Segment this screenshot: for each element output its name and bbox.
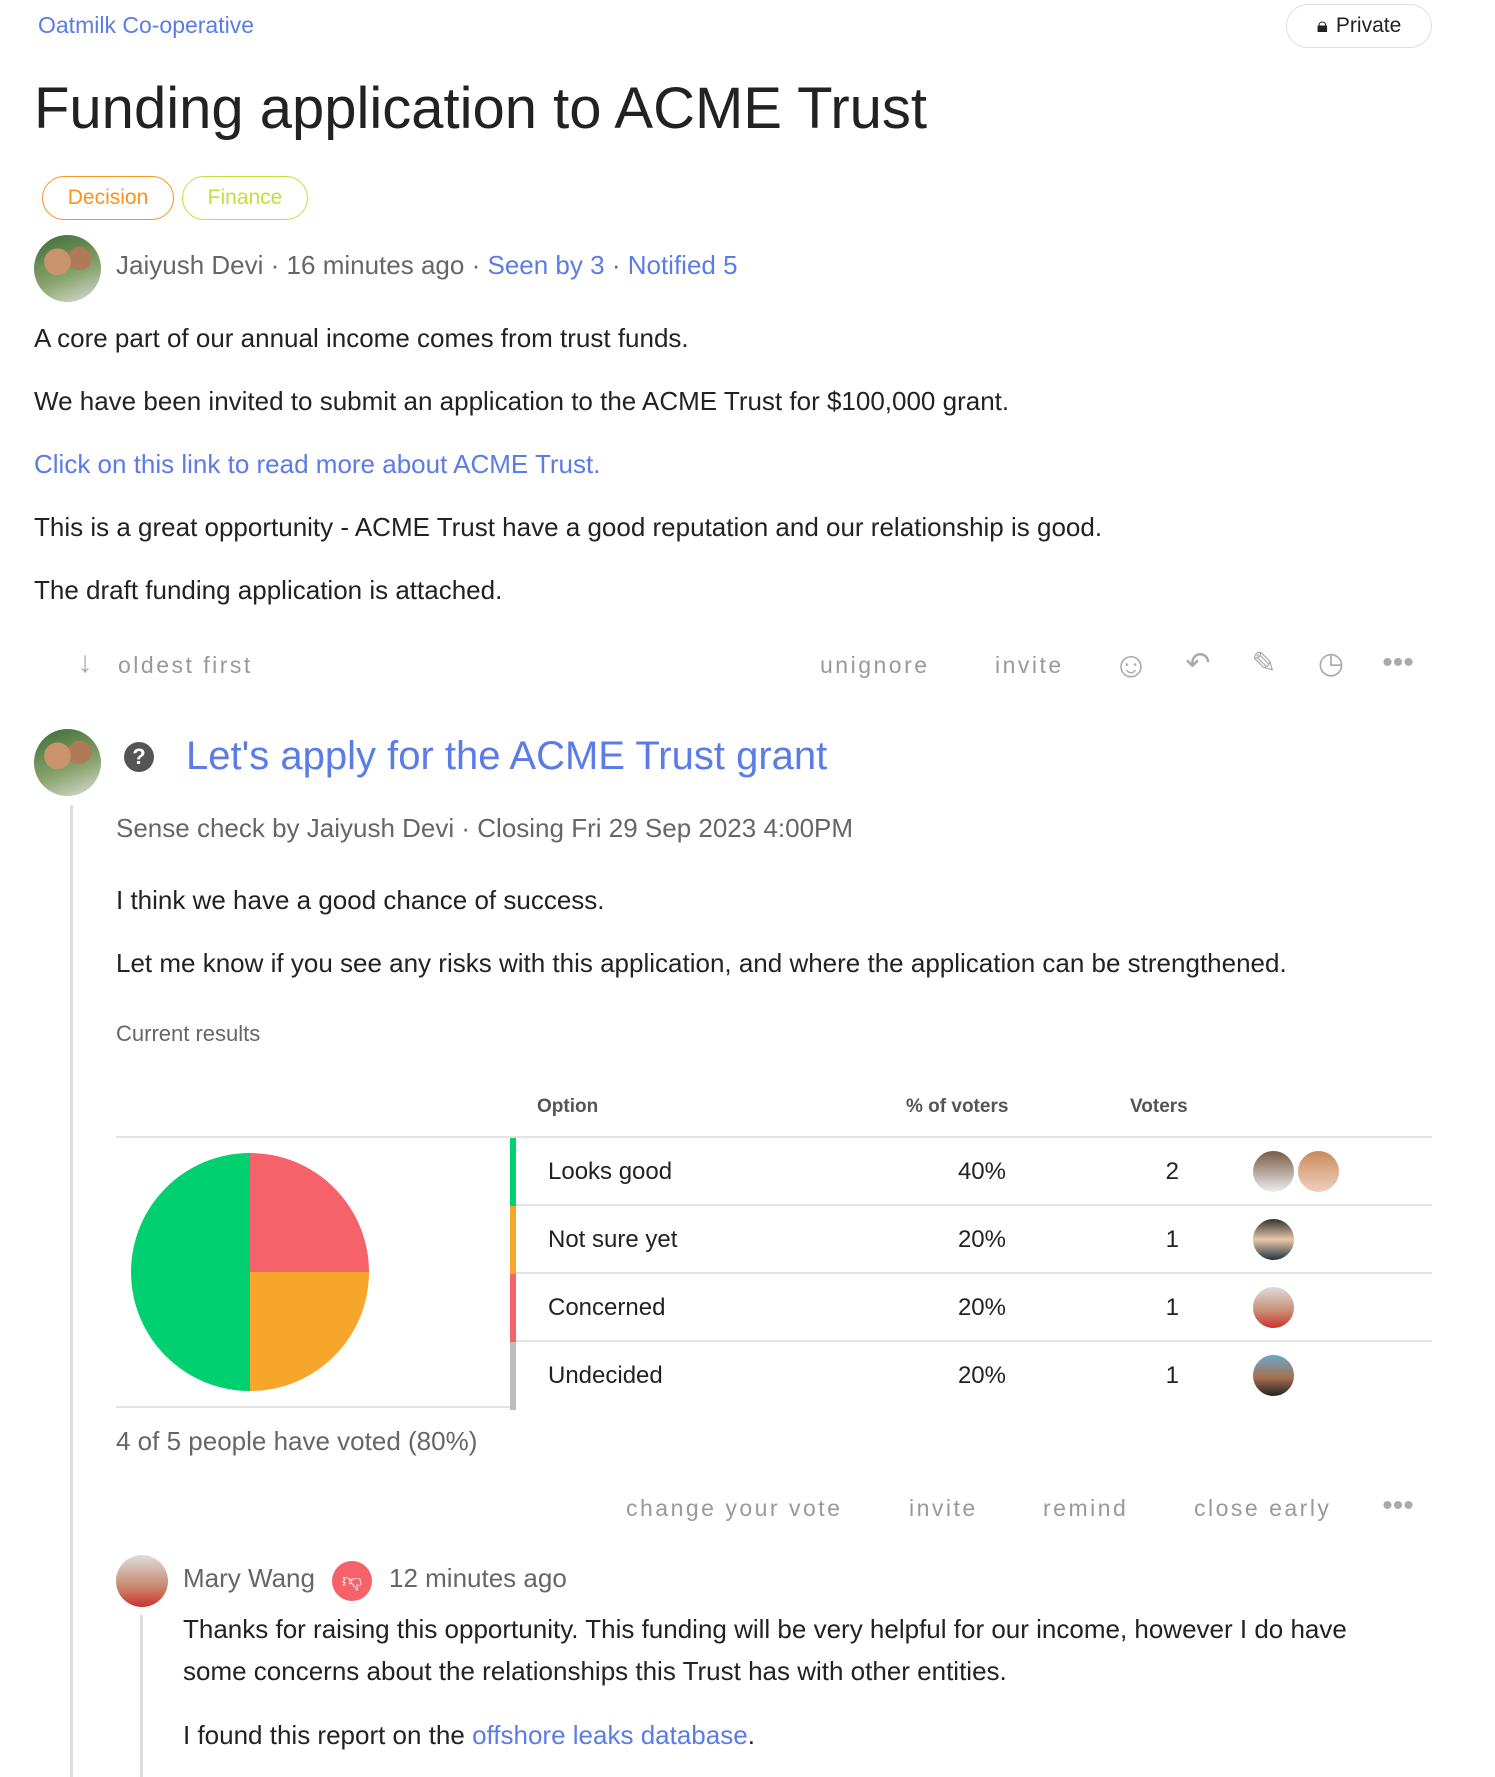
table-row: Concerned 20% 1	[510, 1274, 1432, 1342]
comment-time: 12 minutes ago	[389, 1563, 567, 1593]
option-percent: 20%	[957, 1226, 1006, 1253]
option-voters: 1	[1165, 1362, 1179, 1389]
edit-icon[interactable]: ✎	[1244, 646, 1284, 681]
option-color-bar	[510, 1342, 516, 1410]
separator: ·	[471, 250, 481, 280]
body-paragraph: The draft funding application is attache…	[34, 575, 503, 605]
header-voters: Voters	[1130, 1096, 1188, 1117]
comment-thread-line	[140, 1615, 143, 1777]
commenter-avatar[interactable]	[116, 1555, 168, 1607]
poll-meta: Sense check by Jaiyush Devi · Closing Fr…	[116, 813, 854, 843]
author-avatar[interactable]	[34, 235, 101, 302]
header-option: Option	[537, 1096, 599, 1117]
table-row: Not sure yet 20% 1	[510, 1206, 1432, 1274]
option-percent: 20%	[957, 1362, 1006, 1389]
header-pct: % of voters	[906, 1096, 1009, 1117]
option-label: Concerned	[548, 1294, 666, 1321]
comment-text-post: .	[747, 1720, 755, 1750]
comment-text: Thanks for raising this opportunity. Thi…	[183, 1614, 1347, 1644]
results-pie-chart	[131, 1153, 369, 1391]
poll-invite-button[interactable]: invite	[909, 1495, 978, 1522]
poll-paragraph: I think we have a good chance of success…	[116, 885, 605, 915]
sense-check-icon: ?	[124, 742, 154, 772]
change-vote-button[interactable]: change your vote	[626, 1495, 842, 1522]
comment-text-pre: I found this report on the	[183, 1720, 473, 1750]
more-icon[interactable]: •••	[1378, 1489, 1418, 1523]
option-label: Undecided	[548, 1362, 663, 1389]
privacy-button[interactable]: 🔒︎ Private	[1286, 4, 1432, 48]
comment-text: some concerns about the relationships th…	[183, 1656, 1007, 1686]
voter-avatar[interactable]	[1296, 1149, 1341, 1194]
unignore-button[interactable]: unignore	[820, 652, 930, 679]
time-ago: 16 minutes ago	[286, 250, 465, 280]
offshore-leaks-link[interactable]: offshore leaks database	[472, 1720, 748, 1750]
pie-slice-not-sure-yet	[250, 1272, 369, 1391]
option-label: Looks good	[548, 1158, 673, 1185]
option-voters: 1	[1165, 1226, 1179, 1253]
commenter-name[interactable]: Mary Wang	[183, 1563, 315, 1594]
results-label: Current results	[116, 1021, 261, 1046]
remind-button[interactable]: remind	[1043, 1495, 1128, 1522]
poll-paragraph: Let me know if you see any risks with th…	[116, 948, 1287, 978]
body-paragraph: This is a great opportunity - ACME Trust…	[34, 512, 1103, 542]
seen-by-link[interactable]: Seen by 3	[487, 250, 604, 280]
table-row: Looks good 40% 2	[510, 1138, 1432, 1206]
arrow-down-icon[interactable]: ↓	[65, 646, 105, 680]
separator: ·	[611, 250, 621, 280]
group-link[interactable]: Oatmilk Co-operative	[38, 12, 254, 39]
table-row: Undecided 20% 1	[510, 1342, 1432, 1410]
body-paragraph: We have been invited to submit an applic…	[34, 386, 1010, 416]
separator: ·	[270, 250, 280, 280]
voter-avatar[interactable]	[1251, 1149, 1296, 1194]
author-name[interactable]: Jaiyush Devi	[116, 250, 263, 280]
reply-icon[interactable]: ↶	[1178, 646, 1218, 681]
option-voters: 1	[1165, 1294, 1179, 1321]
voter-avatar[interactable]	[1251, 1353, 1296, 1398]
sort-button[interactable]: oldest first	[118, 652, 253, 679]
acme-trust-link[interactable]: Click on this link to read more about AC…	[34, 449, 600, 480]
option-label: Not sure yet	[548, 1226, 678, 1253]
voter-avatar[interactable]	[1251, 1217, 1296, 1262]
poll-title[interactable]: Let's apply for the ACME Trust grant	[186, 734, 827, 779]
option-percent: 20%	[957, 1294, 1006, 1321]
poll-author-avatar[interactable]	[34, 729, 101, 796]
lock-icon: 🔒︎	[1316, 14, 1328, 37]
pie-bottom-border	[116, 1406, 515, 1408]
pie-slice-looks-good	[131, 1153, 250, 1391]
comment-text: I found this report on the offshore leak…	[183, 1720, 755, 1751]
tag-finance[interactable]: Finance	[182, 176, 308, 220]
notified-link[interactable]: Notified 5	[628, 250, 738, 280]
option-percent: 40%	[957, 1158, 1006, 1185]
close-early-button[interactable]: close early	[1194, 1495, 1331, 1522]
tag-decision[interactable]: Decision	[42, 176, 174, 220]
thread-line	[70, 805, 73, 1777]
invite-button[interactable]: invite	[995, 652, 1064, 679]
option-voters: 2	[1165, 1158, 1179, 1185]
pie-slice-concerned	[250, 1153, 369, 1272]
option-color-bar	[510, 1206, 516, 1274]
voter-avatar[interactable]	[1251, 1285, 1296, 1330]
discussion-meta: Jaiyush Devi · 16 minutes ago · Seen by …	[116, 250, 738, 281]
smiley-icon[interactable]: ☺	[1111, 644, 1151, 686]
body-paragraph: A core part of our annual income comes f…	[34, 323, 689, 353]
option-color-bar	[510, 1138, 516, 1206]
privacy-label: Private	[1335, 14, 1402, 37]
more-icon[interactable]: •••	[1378, 646, 1418, 680]
vote-summary: 4 of 5 people have voted (80%)	[116, 1426, 478, 1456]
option-color-bar	[510, 1274, 516, 1342]
thumbs-down-icon: 👎︎	[332, 1561, 372, 1601]
history-icon[interactable]: ◷	[1311, 646, 1351, 681]
page-title: Funding application to ACME Trust	[34, 76, 928, 141]
